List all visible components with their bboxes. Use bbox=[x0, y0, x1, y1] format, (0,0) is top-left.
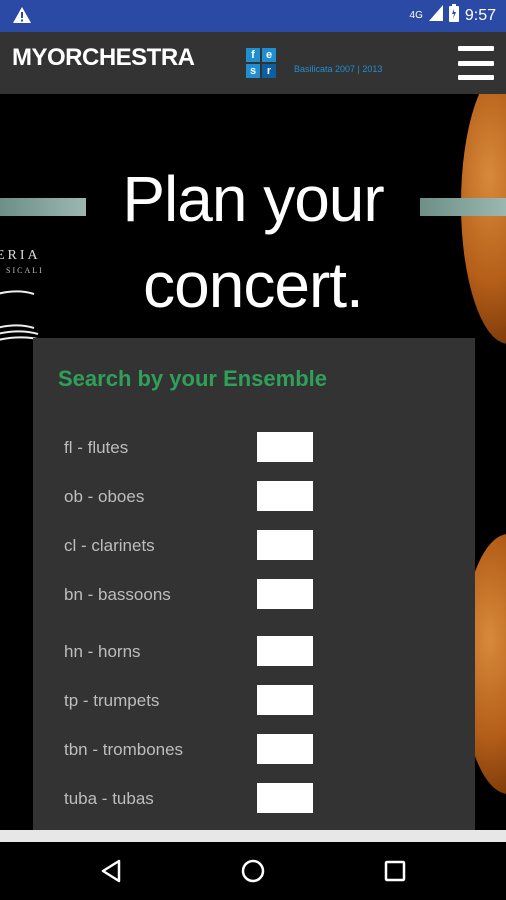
partner-letter: s bbox=[246, 64, 260, 78]
instrument-label: hn - horns bbox=[64, 642, 141, 661]
back-icon[interactable] bbox=[96, 856, 126, 886]
myorchestra-logo[interactable]: MYORCHESTRA bbox=[12, 44, 195, 72]
instrument-row: ob - oboes bbox=[64, 481, 324, 513]
instrument-row: tp - trumpets bbox=[64, 685, 324, 717]
warning-icon bbox=[12, 6, 32, 29]
home-icon[interactable] bbox=[238, 856, 268, 886]
trumpets-count-input[interactable] bbox=[257, 685, 313, 715]
partner-letter: f bbox=[246, 48, 260, 62]
instrument-label: bn - bassoons bbox=[64, 585, 171, 604]
bassoons-count-input[interactable] bbox=[257, 579, 313, 609]
hero-title-line: concert. bbox=[143, 249, 364, 321]
status-bar: 4G 9:57 bbox=[0, 0, 506, 32]
hero-title-line: Plan your bbox=[122, 163, 384, 235]
side-logo-subtext: SICALI bbox=[6, 266, 44, 275]
recents-icon[interactable] bbox=[380, 856, 410, 886]
instrument-row: tbn - trombones bbox=[64, 734, 324, 766]
instrument-row: fl - flutes bbox=[64, 432, 324, 464]
partner-caption: Basilicata 2007 | 2013 bbox=[294, 64, 383, 74]
flutes-count-input[interactable] bbox=[257, 432, 313, 462]
partner-letter: r bbox=[262, 64, 276, 78]
ensemble-search-panel: Search by your Ensemble fl - flutes ob -… bbox=[33, 338, 475, 836]
instrument-label: cl - clarinets bbox=[64, 536, 155, 555]
app-header: MYORCHESTRA f e s r Basilicata 2007 | 20… bbox=[0, 32, 506, 94]
hero-section: Plan your concert. ERIA SICALI Search by… bbox=[0, 94, 506, 842]
instrument-row: bn - bassoons bbox=[64, 579, 324, 611]
android-nav-bar bbox=[0, 842, 506, 900]
instrument-label: fl - flutes bbox=[64, 438, 129, 457]
partner-letter: e bbox=[262, 48, 276, 62]
hero-title: Plan your concert. bbox=[0, 156, 506, 328]
oboes-count-input[interactable] bbox=[257, 481, 313, 511]
instrument-row: cl - clarinets bbox=[64, 530, 324, 562]
instrument-label: tuba - tubas bbox=[64, 789, 154, 808]
instrument-label: tp - trumpets bbox=[64, 691, 160, 710]
instrument-row: tuba - tubas bbox=[64, 783, 324, 815]
bottom-divider bbox=[0, 830, 506, 842]
instrument-label: ob - oboes bbox=[64, 487, 145, 506]
sound-arcs-icon bbox=[0, 290, 43, 341]
network-type: 4G bbox=[409, 10, 423, 21]
signal-icon bbox=[428, 5, 443, 26]
tubas-count-input[interactable] bbox=[257, 783, 313, 813]
instrument-row: hn - horns bbox=[64, 636, 324, 668]
battery-icon bbox=[448, 4, 459, 27]
ensemble-search-title: Search by your Ensemble bbox=[58, 366, 327, 391]
clock: 9:57 bbox=[464, 6, 496, 24]
fesr-partner-logo: f e s r Basilicata 2007 | 2013 bbox=[246, 46, 386, 80]
hamburger-menu-icon[interactable] bbox=[458, 46, 494, 80]
side-logo-text: ERIA bbox=[0, 248, 41, 263]
trombones-count-input[interactable] bbox=[257, 734, 313, 764]
clarinets-count-input[interactable] bbox=[257, 530, 313, 560]
instrument-label: tbn - trombones bbox=[64, 740, 184, 759]
horns-count-input[interactable] bbox=[257, 636, 313, 666]
